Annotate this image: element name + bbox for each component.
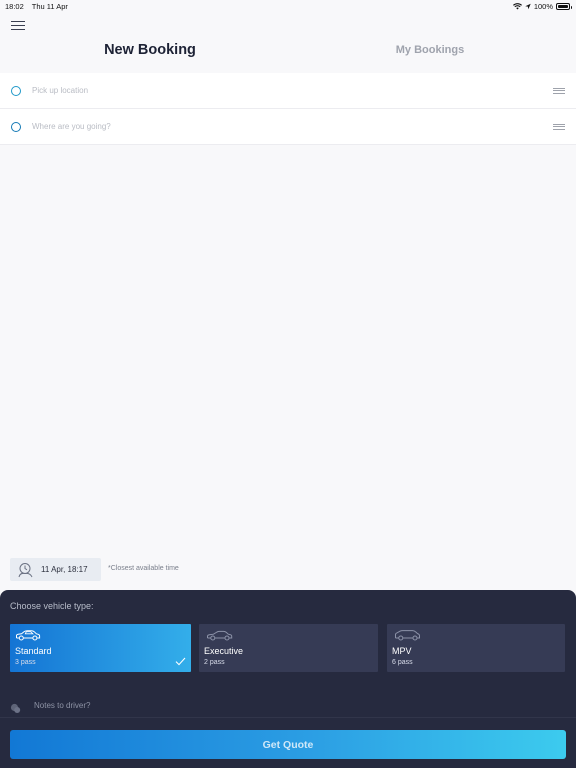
status-bar: 18:02 Thu 11 Apr 100% [0,0,576,12]
drag-handle-icon[interactable] [553,123,565,130]
pickup-location-input[interactable] [32,86,512,95]
vehicle-name: Standard [15,646,52,656]
notes-row[interactable] [0,694,576,718]
vehicle-type-title: Choose vehicle type: [10,601,94,611]
chat-bubble-icon [10,703,21,713]
vehicle-capacity: 3 pass [15,659,36,666]
car-icon [16,630,41,641]
pickup-date-time: 11 Apr, 18:17 [41,565,88,574]
vehicle-capacity: 6 pass [392,659,413,666]
drag-handle-icon[interactable] [553,87,565,94]
vehicle-name: Executive [204,646,244,656]
notes-to-driver-input[interactable] [34,701,534,710]
vehicle-option-standard[interactable]: Standard 3 pass [10,624,191,672]
pickup-circle-icon [11,85,21,96]
destination-input[interactable] [32,122,512,131]
status-time: 18:02 [5,1,24,11]
sedan-icon [207,630,233,641]
checkmark-icon [175,657,186,666]
tab-my-bookings[interactable]: My Bookings [340,36,520,64]
map-area[interactable] [0,146,576,590]
hamburger-menu-icon[interactable] [11,20,27,32]
get-quote-button[interactable]: Get Quote [10,730,566,759]
closest-time-note: *Closest available time [108,565,179,572]
wifi-icon [512,2,522,9]
pickup-time-button[interactable]: 11 Apr, 18:17 [10,558,101,581]
status-right: 100% [512,1,572,11]
destination-circle-icon [11,121,21,132]
vehicle-capacity: 2 pass [204,659,225,666]
pickup-location-row[interactable] [0,73,576,109]
location-arrow-icon [525,3,531,9]
booking-sheet: Choose vehicle type: Standard 3 pass Exe… [0,590,576,768]
battery-icon [556,2,572,10]
battery-percent: 100% [533,1,553,11]
booking-tabs: New Booking My Bookings [0,36,576,64]
destination-row[interactable] [0,109,576,145]
vehicle-name: MPV [392,646,412,656]
clock-icon [18,563,33,578]
tab-new-booking[interactable]: New Booking [60,36,240,64]
vehicle-option-mpv[interactable]: MPV 6 pass [387,624,565,672]
status-date: Thu 11 Apr [31,1,68,11]
vehicle-option-executive[interactable]: Executive 2 pass [199,624,378,672]
mpv-icon [395,630,420,641]
status-left: 18:02 Thu 11 Apr [5,2,76,11]
